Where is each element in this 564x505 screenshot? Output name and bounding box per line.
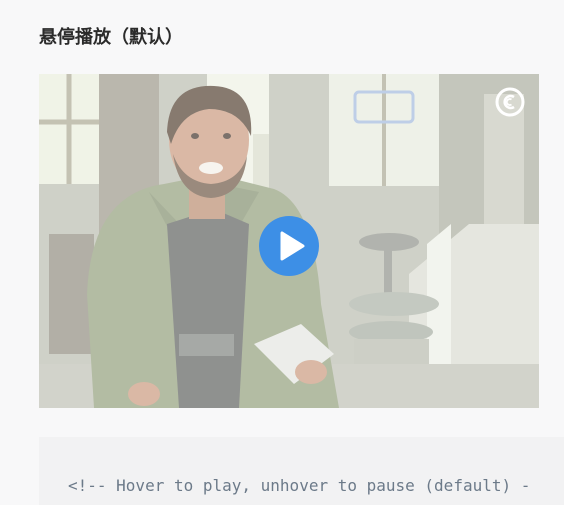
code-comment: <!-- Hover to play, unhover to pause (de…: [68, 476, 531, 495]
section-title: 悬停播放（默认）: [39, 27, 183, 48]
page: 悬停播放（默认） <!-- Hover to play, unhover to …: [0, 0, 564, 505]
comedy-central-logo-icon: [495, 87, 525, 117]
code-block: <!-- Hover to play, unhover to pause (de…: [39, 437, 564, 505]
play-icon: [280, 231, 305, 261]
video-player[interactable]: [39, 74, 539, 408]
play-button[interactable]: [259, 216, 319, 276]
